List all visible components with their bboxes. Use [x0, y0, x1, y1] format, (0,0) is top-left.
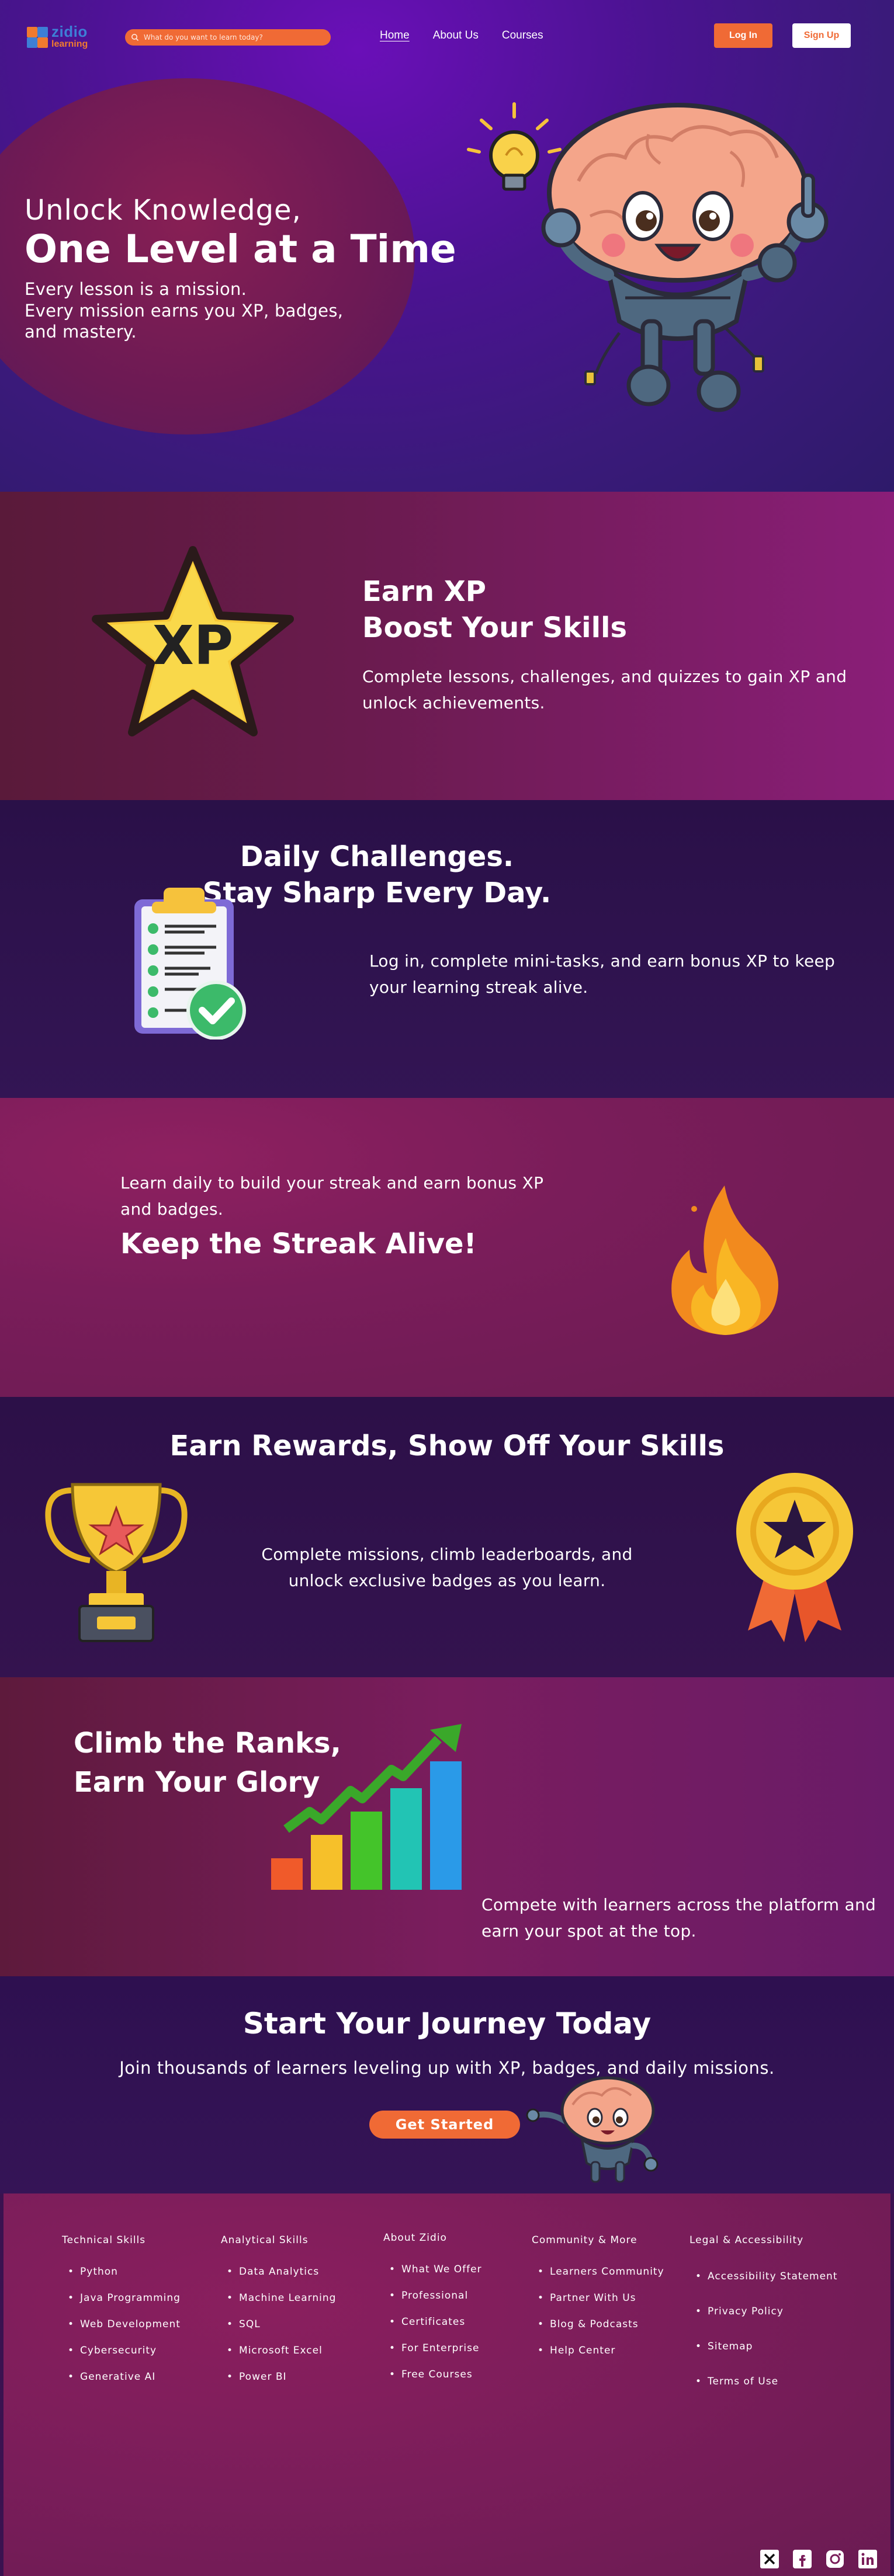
footer-column-technical-skills: Technical Skills Python Java Programming… — [62, 2234, 181, 2390]
journey-section: Start Your Journey Today Join thousands … — [0, 1976, 894, 2193]
footer-column-community: Community & More Learners Community Part… — [532, 2234, 664, 2364]
streak-section: Learn daily to build your streak and ear… — [0, 1098, 894, 1397]
xp-title-line2: Boost Your Skills — [362, 611, 628, 645]
nav-link-about-us[interactable]: About Us — [433, 29, 479, 42]
footer-heading: Legal & Accessibility — [689, 2234, 804, 2246]
facebook-icon[interactable] — [791, 2548, 813, 2570]
nav-link-home[interactable]: Home — [380, 29, 410, 42]
top-navbar: zidio learning Home About Us Courses Log… — [0, 0, 894, 70]
streak-text: Learn daily to build your streak and ear… — [120, 1170, 564, 1260]
footer-link[interactable]: Generative AI — [68, 2364, 181, 2390]
footer-link[interactable]: What We Offer — [389, 2257, 482, 2283]
footer-link[interactable]: Blog & Podcasts — [538, 2311, 664, 2338]
daily-description: Log in, complete mini-tasks, and earn bo… — [369, 951, 836, 997]
hero-title-line1: Unlock Knowledge, — [25, 194, 302, 227]
daily-title-line1: Daily Challenges. — [240, 840, 514, 873]
footer-link[interactable]: Sitemap — [695, 2329, 838, 2364]
logo[interactable]: zidio learning — [26, 22, 96, 50]
search-input[interactable] — [144, 33, 319, 41]
hero-desc-line1: Every lesson is a mission. — [25, 279, 247, 300]
footer-link[interactable]: Cybersecurity — [68, 2338, 181, 2364]
journey-description: Join thousands of learners leveling up w… — [119, 2058, 775, 2078]
footer-link[interactable]: Professional — [389, 2283, 482, 2309]
footer-link[interactable]: Machine Learning — [227, 2285, 336, 2311]
flame-icon — [671, 1186, 778, 1335]
get-started-button[interactable]: Get Started — [369, 2111, 520, 2139]
xp-star-badge: XP — [92, 546, 294, 736]
footer-link[interactable]: Python — [68, 2259, 181, 2285]
rising-bar-chart-icon — [271, 1724, 462, 1890]
footer-column-analytical-skills: Analytical Skills Data Analytics Machine… — [221, 2234, 336, 2390]
streak-title: Keep the Streak Alive! — [120, 1227, 477, 1260]
footer-link[interactable]: Partner With Us — [538, 2285, 664, 2311]
footer-heading: Technical Skills — [62, 2234, 146, 2246]
search-icon — [131, 34, 139, 41]
footer-link[interactable]: Microsoft Excel — [227, 2338, 336, 2364]
footer-link[interactable]: Web Development — [68, 2311, 181, 2338]
login-button[interactable]: Log In — [714, 23, 772, 48]
medal-ribbon-icon — [736, 1473, 853, 1642]
nav-link-courses[interactable]: Courses — [502, 29, 543, 42]
footer-link[interactable]: Accessibility Statement — [695, 2259, 838, 2294]
rewards-title: Earn Rewards, Show Off Your Skills — [169, 1430, 725, 1462]
hero-section: zidio learning Home About Us Courses Log… — [0, 0, 894, 492]
footer-column-about-zidio: About Zidio What We Offer Professional C… — [383, 2232, 482, 2388]
footer-link[interactable]: Learners Community — [538, 2259, 664, 2285]
clipboard-checklist-icon — [134, 888, 246, 1040]
nav-links: Home About Us Courses — [380, 29, 567, 42]
linkedin-icon[interactable] — [857, 2548, 879, 2570]
footer-link-continued[interactable]: Certificates — [389, 2309, 482, 2335]
brain-robot-mascot — [467, 102, 829, 412]
xp-text: Earn XP Boost Your Skills Complete lesso… — [362, 573, 853, 716]
site-footer: Technical Skills Python Java Programming… — [0, 2193, 894, 2576]
footer-link[interactable]: Help Center — [538, 2338, 664, 2364]
daily-challenges-section: Daily Challenges. Stay Sharp Every Day. … — [0, 800, 894, 1098]
footer-heading: Analytical Skills — [221, 2234, 309, 2246]
streak-description: Learn daily to build your streak and ear… — [120, 1173, 544, 1219]
rewards-section: Earn Rewards, Show Off Your Skills Compl… — [0, 1397, 894, 1677]
footer-heading: Community & More — [532, 2234, 637, 2246]
journey-title: Start Your Journey Today — [242, 2007, 652, 2040]
social-links — [758, 2548, 879, 2570]
logo-text-secondary: learning — [51, 39, 88, 49]
logo-mark-icon — [26, 25, 49, 48]
x-icon[interactable] — [758, 2548, 781, 2570]
footer-link[interactable]: Java Programming — [68, 2285, 181, 2311]
footer-link[interactable]: Free Courses — [389, 2362, 482, 2388]
footer-link[interactable]: For Enterprise — [389, 2335, 482, 2362]
footer-column-legal: Legal & Accessibility Accessibility Stat… — [689, 2234, 838, 2399]
footer-link[interactable]: Power BI — [227, 2364, 336, 2390]
footer-link[interactable]: Privacy Policy — [695, 2294, 838, 2329]
hero-title-line2: One Level at a Time — [25, 226, 456, 272]
xp-badge-label: XP — [153, 614, 233, 677]
hero-desc-line3: and mastery. — [25, 321, 137, 342]
xp-title-line1: Earn XP — [362, 575, 486, 608]
footer-heading: About Zidio — [383, 2232, 447, 2244]
ranks-description: Compete with learners across the platfor… — [481, 1895, 876, 1941]
footer-link[interactable]: Data Analytics — [227, 2259, 336, 2285]
xp-section: XP Earn XP Boost Your Skills Complete le… — [0, 492, 894, 800]
footer-link[interactable]: SQL — [227, 2311, 336, 2338]
hero-text: Unlock Knowledge, One Level at a Time Ev… — [25, 195, 456, 342]
logo-text-primary: zidio — [51, 22, 88, 40]
hero-desc-line2: Every mission earns you XP, badges, — [25, 300, 344, 321]
search-bar[interactable] — [125, 29, 331, 46]
signup-button[interactable]: Sign Up — [792, 23, 851, 48]
footer-link[interactable]: Terms of Use — [695, 2364, 838, 2399]
small-brain-mascot — [526, 2076, 659, 2183]
lightbulb-icon — [467, 102, 562, 191]
xp-description: Complete lessons, challenges, and quizze… — [362, 666, 847, 712]
ranks-section: Climb the Ranks, Earn Your Glory Compete… — [0, 1677, 894, 1976]
instagram-icon[interactable] — [824, 2548, 846, 2570]
